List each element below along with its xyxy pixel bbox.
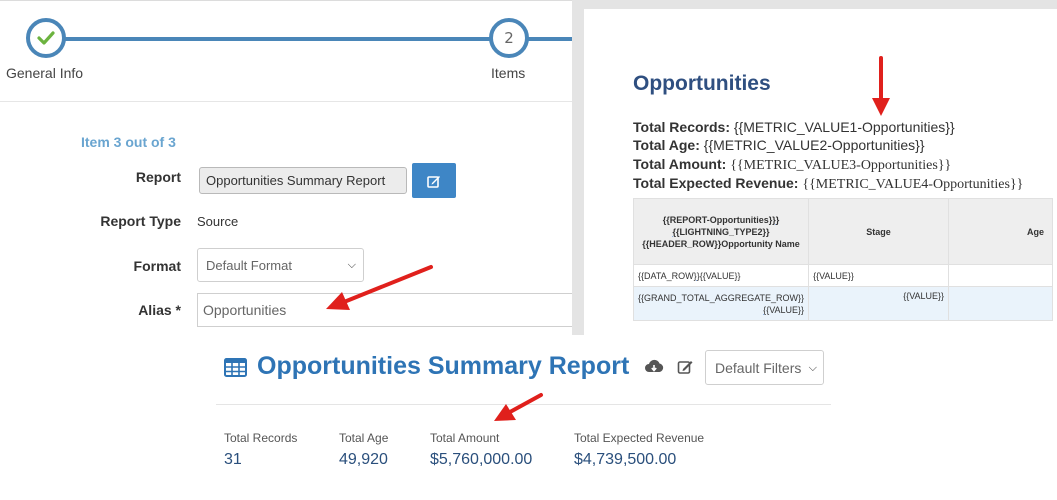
chevron-down-icon: ⌵ — [808, 362, 817, 374]
template-table: {{REPORT-Opportunities}}}{{LIGHTNING_TYP… — [632, 198, 1053, 321]
metric-label: Total Age: — [633, 137, 700, 153]
header-text: {LIGHTNING_TYPE2}}{{HEADER_ROW}}Opportun… — [642, 226, 800, 249]
format-selected-value: Default Format — [206, 258, 292, 273]
template-metric-total-age: Total Age: {{METRIC_VALUE2-Opportunities… — [633, 137, 925, 153]
stat-value: $5,760,000.00 — [430, 451, 533, 468]
header-text: {{REPORT-Opportunities}} — [662, 214, 776, 225]
template-preview-panel: Opportunities Total Records: {{METRIC_VA… — [572, 0, 1057, 335]
header-age: Age — [948, 198, 1053, 265]
metric-label: Total Amount: — [633, 156, 727, 172]
report-field-label: Report — [135, 169, 181, 185]
step-general-info-label[interactable]: General Info — [6, 65, 83, 81]
metric-placeholder: {{METRIC_VALUE1-Opportunities}} — [733, 119, 955, 135]
template-metric-total-amount: Total Amount: {{METRIC_VALUE3-Opportunit… — [633, 156, 951, 174]
metric-label: Total Records: — [633, 119, 730, 135]
report-field-value: Opportunities Summary Report — [199, 167, 407, 194]
cloud-download-icon[interactable] — [644, 359, 664, 375]
item-counter: Item 3 out of 3 — [81, 134, 176, 150]
template-title: Opportunities — [633, 72, 771, 95]
stat-total-expected-revenue: Total Expected Revenue $4,739,500.00 — [574, 431, 704, 469]
generated-report-panel: Opportunities Summary Report Default Fil… — [216, 335, 831, 500]
cell-text: {VALUE}} — [702, 270, 741, 281]
stat-value: $4,739,500.00 — [574, 451, 677, 468]
stat-value: 31 — [224, 451, 242, 468]
format-select[interactable]: Default Format ⌵ — [197, 248, 364, 282]
grand-total-row: {{GRAND_TOTAL_AGGREGATE_ROW}}{{VALUE}} {… — [632, 286, 1053, 321]
metric-placeholder: {{METRIC_VALUE4-Opportunities}} — [802, 177, 1024, 192]
template-metric-total-expected-revenue: Total Expected Revenue: {{METRIC_VALUE4-… — [633, 175, 1023, 193]
stage-cell: {{VALUE}} — [808, 264, 950, 287]
filters-selected-value: Default Filters — [715, 360, 802, 376]
metric-placeholder: {{METRIC_VALUE2-Opportunities}} — [703, 137, 925, 153]
report-wizard-panel: General Info 2 Items Item 3 out of 3 Rep… — [0, 0, 572, 335]
stat-label: Total Age — [339, 431, 389, 445]
stat-value: 49,920 — [339, 451, 388, 468]
filters-select[interactable]: Default Filters ⌵ — [705, 350, 824, 385]
template-metric-total-records: Total Records: {{METRIC_VALUE1-Opportuni… — [633, 119, 955, 135]
age-total-cell — [948, 286, 1053, 321]
table-header-row: {{REPORT-Opportunities}}}{{LIGHTNING_TYP… — [632, 198, 1053, 265]
metric-placeholder: {{METRIC_VALUE3-Opportunities}} — [730, 158, 952, 173]
table-row: {{DATA_ROW}}{{VALUE}} {{VALUE}} — [632, 264, 1053, 287]
check-icon — [37, 31, 55, 45]
header-opportunity-name: {{REPORT-Opportunities}}}{{LIGHTNING_TYP… — [632, 198, 810, 265]
metric-label: Total Expected Revenue: — [633, 175, 799, 191]
edit-icon — [427, 175, 440, 188]
edit-icon[interactable] — [677, 359, 694, 375]
stat-total-age: Total Age 49,920 — [339, 431, 388, 469]
format-label: Format — [133, 258, 181, 274]
step-items[interactable]: 2 — [489, 18, 529, 58]
step-items-label[interactable]: Items — [491, 65, 525, 81]
stage-total-cell: {{VALUE}} — [808, 286, 950, 321]
step-general-info[interactable] — [26, 18, 66, 58]
stat-total-amount: Total Amount $5,760,000.00 — [430, 431, 532, 469]
chevron-down-icon: ⌵ — [347, 259, 356, 271]
data-row-cell: {{DATA_ROW}}{{VALUE}} — [632, 264, 810, 287]
stat-label: Total Expected Revenue — [574, 431, 705, 445]
stat-total-records: Total Records 31 — [224, 431, 297, 469]
panel-border — [0, 0, 572, 1]
cell-text: {VALUE}} — [766, 304, 805, 315]
edit-report-button[interactable] — [412, 163, 456, 198]
report-title: Opportunities Summary Report — [257, 352, 630, 380]
header-stage: Stage — [808, 198, 950, 265]
cell-text: {{DATA_ROW} — [638, 270, 697, 281]
age-cell — [948, 264, 1053, 287]
step-number: 2 — [504, 29, 514, 47]
grand-total-cell: {{GRAND_TOTAL_AGGREGATE_ROW}}{{VALUE}} — [632, 286, 810, 321]
stat-label: Total Records — [224, 431, 298, 445]
report-type-value: Source — [197, 214, 239, 229]
report-type-label: Report Type — [100, 213, 181, 229]
divider — [0, 101, 572, 102]
stat-label: Total Amount — [430, 431, 500, 445]
table-icon — [224, 358, 247, 377]
alias-label: Alias * — [138, 302, 181, 318]
divider — [216, 404, 831, 405]
alias-input[interactable]: Opportunities — [197, 293, 572, 327]
cell-text: {{GRAND_TOTAL_AGGREGATE_ROW — [638, 292, 799, 303]
